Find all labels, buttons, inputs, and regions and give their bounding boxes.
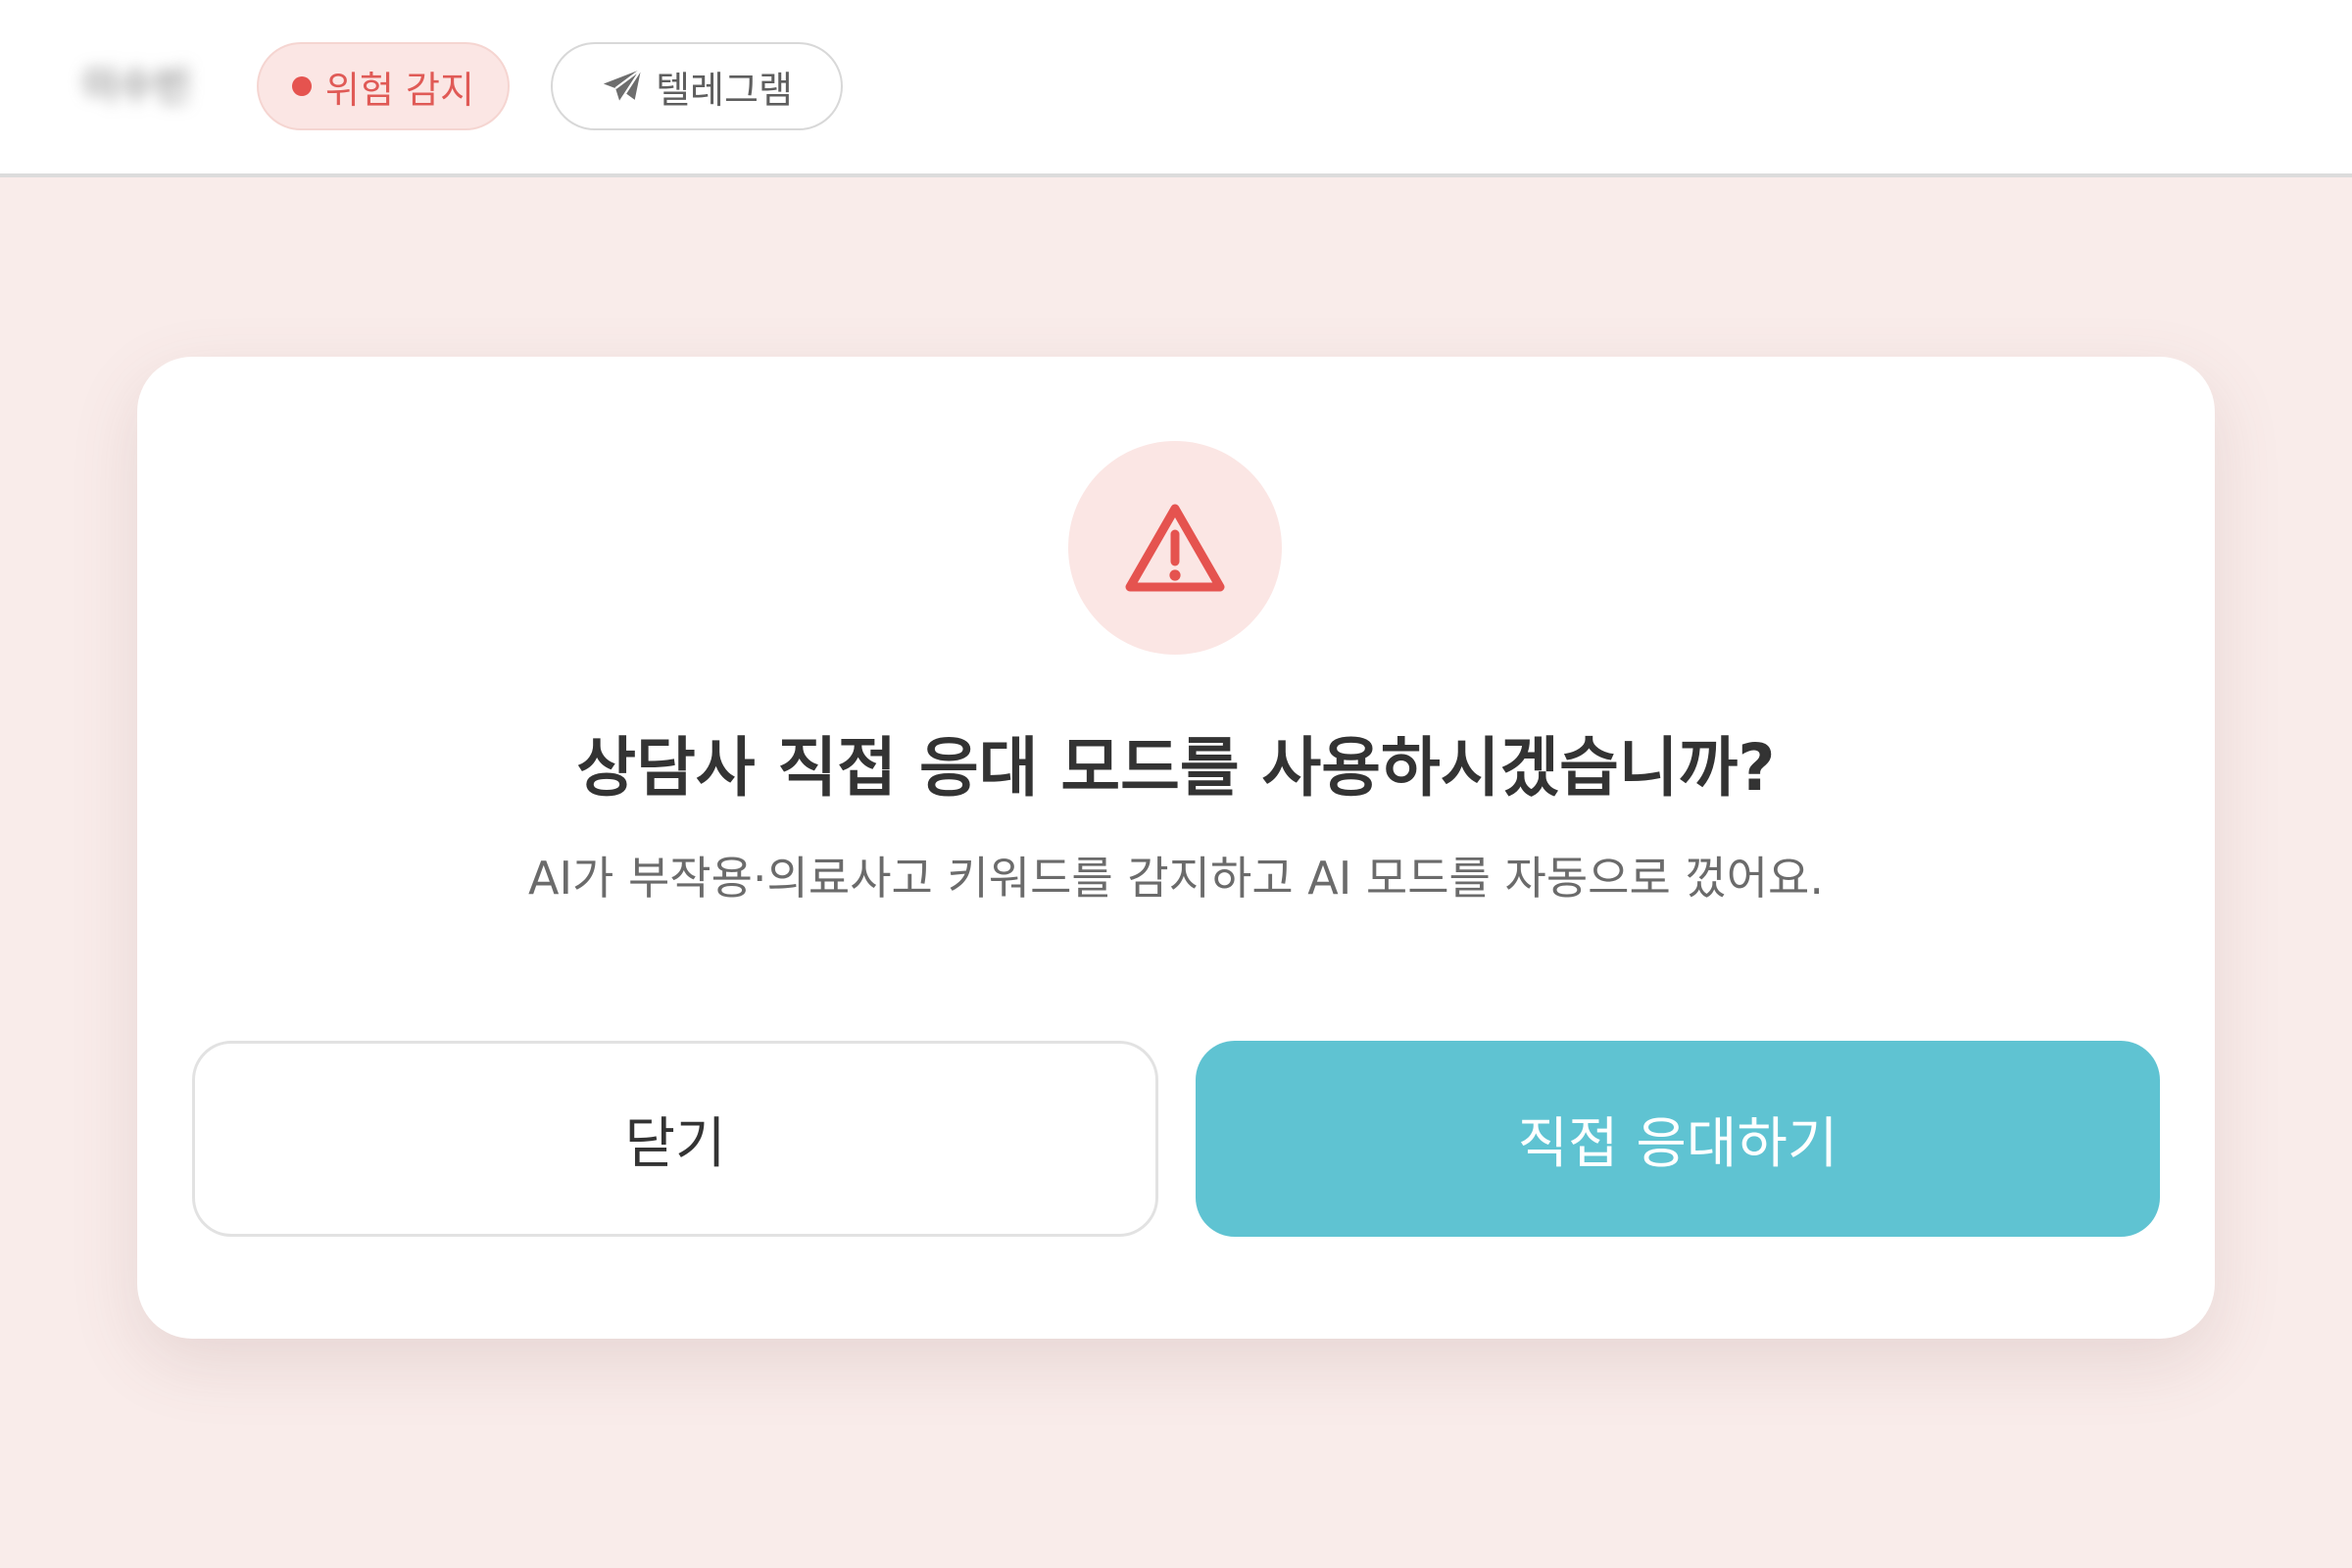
- top-bar: 이수빈 위험 감지 텔레그램: [0, 0, 2352, 177]
- dialog-description: AI가 부작용·의료사고 키워드를 감지하고 AI 모드를 자동으로 껐어요.: [528, 852, 1824, 905]
- confirm-dialog: 상담사 직접 응대 모드를 사용하시겠습니까? AI가 부작용·의료사고 키워드…: [137, 357, 2215, 1339]
- status-dot-icon: [292, 76, 313, 96]
- telegram-label: 텔레그램: [656, 68, 793, 112]
- close-button[interactable]: 닫기: [192, 1041, 1158, 1237]
- warning-triangle-icon: [1125, 504, 1225, 592]
- warning-icon-badge: [1068, 441, 1282, 655]
- user-name: 이수빈: [82, 64, 191, 109]
- direct-response-button[interactable]: 직접 응대하기: [1196, 1041, 2160, 1237]
- dialog-title: 상담사 직접 응대 모드를 사용하시겠습니까?: [576, 730, 1776, 806]
- paper-plane-icon: [603, 68, 643, 103]
- risk-badge-label: 위험 감지: [325, 68, 474, 112]
- risk-detected-badge[interactable]: 위험 감지: [257, 42, 510, 130]
- telegram-button[interactable]: 텔레그램: [551, 42, 843, 130]
